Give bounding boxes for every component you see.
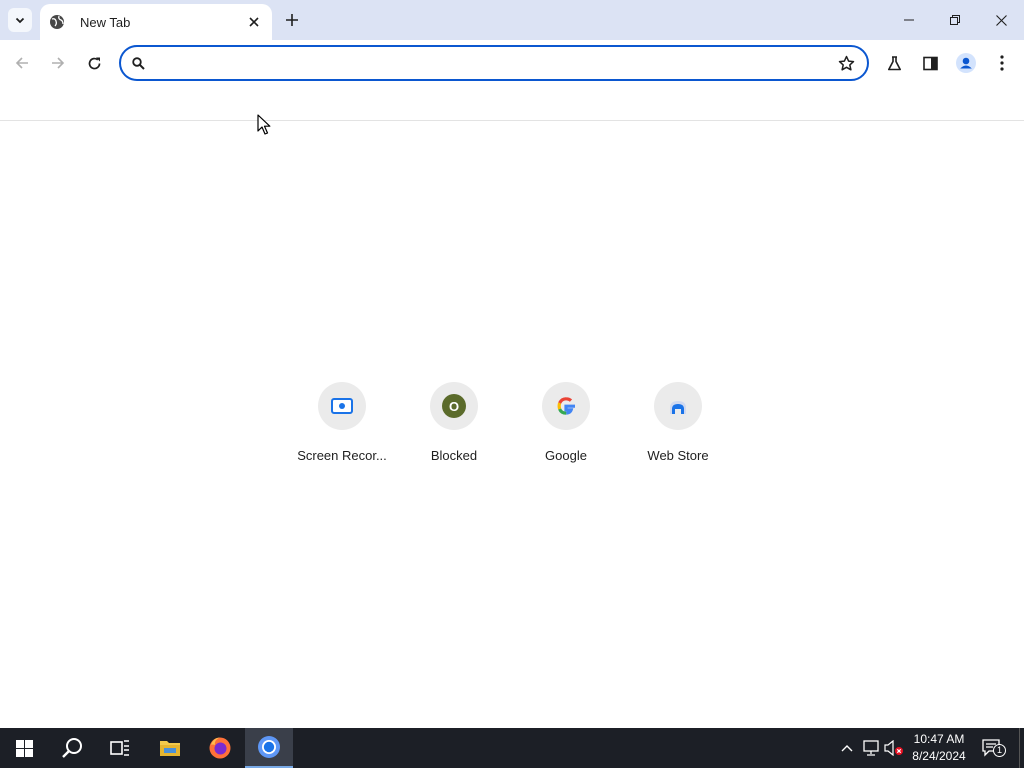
reload-button[interactable] [78, 47, 110, 79]
shortcut-icon-circle: O [430, 382, 478, 430]
labs-button[interactable] [878, 47, 910, 79]
shortcut-icon-circle [654, 382, 702, 430]
shortcut-blocked[interactable]: O Blocked [398, 379, 510, 469]
chevron-up-icon [841, 745, 853, 752]
task-view-icon [110, 740, 129, 756]
restore-button[interactable] [932, 0, 978, 40]
back-button[interactable] [6, 47, 38, 79]
shortcut-label: Blocked [430, 448, 478, 463]
browser-toolbar [0, 40, 1024, 86]
restore-icon [950, 15, 960, 25]
firefox-button[interactable] [196, 728, 244, 768]
globe-icon [49, 14, 65, 30]
arrow-left-icon [15, 57, 28, 69]
task-view-button[interactable] [96, 728, 144, 768]
volume-tray-button[interactable] [884, 738, 904, 758]
notification-count-badge: 1 [993, 744, 1006, 757]
shortcut-google[interactable]: Google [510, 379, 622, 469]
bookmarks-bar-area [0, 86, 1024, 121]
show-hidden-icons-button[interactable] [837, 738, 857, 758]
reload-icon [88, 57, 100, 69]
shortcut-icon-circle [542, 382, 590, 430]
new-tab-button[interactable] [280, 8, 304, 32]
menu-button[interactable] [986, 47, 1018, 79]
omnibox[interactable] [119, 45, 869, 81]
minimize-button[interactable] [886, 0, 932, 40]
side-panel-icon [922, 56, 938, 70]
forward-button[interactable] [42, 47, 74, 79]
tab-title: New Tab [80, 14, 131, 30]
close-tab-icon[interactable] [246, 14, 262, 30]
arrow-right-icon [52, 57, 65, 69]
shortcut-label: Screen Recor... [297, 448, 387, 463]
show-desktop-button[interactable] [1019, 728, 1024, 768]
mouse-cursor-icon [257, 114, 271, 135]
taskbar-clock[interactable]: 10:47 AM 8/24/2024 [906, 731, 972, 765]
close-icon [995, 14, 1007, 26]
taskbar: 10:47 AM 8/24/2024 1 [0, 728, 1024, 768]
letter-o-text: O [448, 398, 460, 414]
web-store-icon [670, 401, 686, 414]
search-button[interactable] [48, 728, 96, 768]
tab-strip: New Tab [0, 0, 1024, 40]
side-panel-button[interactable] [914, 47, 946, 79]
bookmark-star-icon[interactable] [837, 54, 855, 72]
shortcut-icon-circle [318, 382, 366, 430]
minimize-icon [904, 19, 914, 21]
chevron-down-icon [15, 17, 25, 24]
plus-icon [286, 14, 298, 26]
clock-time: 10:47 AM [913, 732, 965, 746]
chrome-button[interactable] [245, 728, 293, 768]
folder-icon [160, 741, 180, 756]
shortcut-web-store[interactable]: Web Store [622, 379, 734, 469]
address-input[interactable] [157, 51, 827, 75]
search-icon [62, 738, 82, 758]
start-button[interactable] [0, 728, 48, 768]
notifications-button[interactable]: 1 [982, 738, 1006, 758]
letter-o-icon: O [442, 394, 466, 418]
clock-date: 8/24/2024 [912, 749, 966, 763]
new-tab-page: Screen Recor... O Blocked Google Web Sto… [0, 121, 1024, 728]
tab-new-tab[interactable]: New Tab [40, 4, 272, 40]
windows-logo-icon [15, 739, 33, 757]
volume-muted-icon [884, 740, 903, 756]
google-g-icon [557, 397, 575, 415]
firefox-icon [209, 737, 231, 759]
close-window-button[interactable] [978, 0, 1024, 40]
more-vert-icon [1000, 55, 1004, 71]
search-icon [129, 54, 147, 72]
shortcut-screen-recorder[interactable]: Screen Recor... [286, 379, 398, 469]
shortcut-tiles: Screen Recor... O Blocked Google Web Sto… [286, 379, 734, 469]
shortcut-label: Web Store [647, 448, 709, 463]
profile-avatar-icon [956, 53, 976, 73]
chrome-icon [258, 736, 280, 758]
tab-search-button[interactable] [8, 8, 32, 32]
screen-recorder-icon [331, 398, 353, 414]
flask-icon [887, 55, 901, 70]
network-icon [863, 740, 879, 756]
network-tray-button[interactable] [861, 738, 881, 758]
file-explorer-button[interactable] [146, 728, 194, 768]
profile-button[interactable] [950, 47, 982, 79]
shortcut-label: Google [545, 448, 587, 463]
